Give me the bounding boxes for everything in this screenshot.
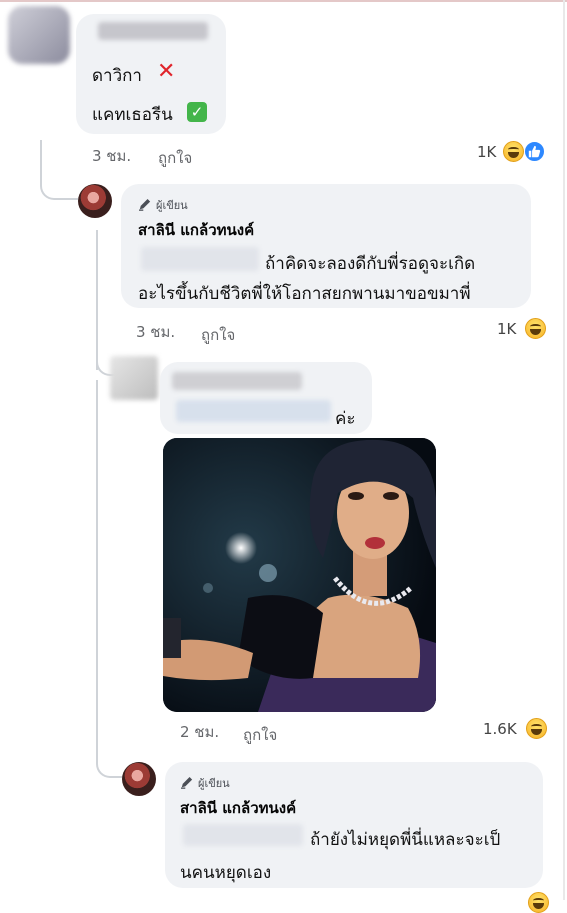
- reply3-text-line2: นคนหยุดเอง: [180, 863, 272, 883]
- top-edge-line: [0, 0, 567, 2]
- haha-emoji-icon: [525, 318, 546, 339]
- comment1-reaction-count[interactable]: 1K: [477, 143, 496, 161]
- haha-emoji-icon: [503, 141, 524, 162]
- haha-emoji-icon: [528, 892, 549, 913]
- pencil-icon: [181, 777, 193, 789]
- reply1-reaction-count[interactable]: 1K: [497, 320, 516, 338]
- reply1-time: 3 ชม.: [136, 323, 176, 341]
- thread-curve-reply3: [96, 380, 124, 778]
- reply1-like-button[interactable]: ถูกใจ: [201, 323, 235, 347]
- author-tag-label: ผู้เขียน: [156, 199, 188, 212]
- reply3-author-name[interactable]: สาลินี แกล้วทนงค์: [180, 796, 296, 820]
- reply3-mention-blurred: [183, 824, 303, 846]
- author-tag: ผู้เขียน: [180, 774, 230, 792]
- comment1-time: 3 ชม.: [92, 147, 132, 165]
- reply1-text-line1: ถ้าคิดจะลองดีกับพี่รอดูจะเกิด: [265, 254, 476, 274]
- commenter-name-blurred: [98, 22, 208, 40]
- reply1-text-line2: อะไรขึ้นกับชีวิตพี่ให้โอกาสยกพานมาขอขมาพ…: [138, 284, 471, 304]
- thread-line-nested: [96, 230, 98, 370]
- cross-mark-icon: ✕: [157, 59, 176, 84]
- reply3-text-line1: ถ้ายังไม่หยุดพี่นี่แหละจะเป็: [310, 830, 501, 850]
- reply2-name-blurred: [172, 372, 302, 390]
- reply1-author-name[interactable]: สาลินี แกล้วทนงค์: [138, 218, 254, 242]
- comment1-line2: แคทเธอรีน: [92, 105, 173, 125]
- movie-still-image: [163, 438, 436, 712]
- right-edge-line: [563, 0, 565, 900]
- pencil-icon: [139, 199, 151, 211]
- reply2-time: 2 ชม.: [180, 723, 220, 741]
- reply2-mention-blurred: [176, 400, 331, 422]
- author-tag: ผู้เขียน: [138, 196, 188, 214]
- check-mark-icon: ✓: [187, 102, 207, 122]
- reply2-photo[interactable]: [163, 438, 436, 712]
- reply2-reaction-count[interactable]: 1.6K: [483, 720, 517, 738]
- author-avatar[interactable]: [78, 184, 112, 218]
- reply2-like-button[interactable]: ถูกใจ: [243, 723, 277, 747]
- like-emoji-icon: [524, 141, 545, 162]
- thread-curve-reply1: [40, 170, 78, 200]
- commenter-avatar-blurred: [8, 6, 70, 64]
- haha-emoji-icon: [526, 718, 547, 739]
- author-avatar[interactable]: [122, 762, 156, 796]
- author-tag-label: ผู้เขียน: [198, 777, 230, 790]
- comment1-line1: ดาวิกา: [92, 66, 142, 86]
- comment1-like-button[interactable]: ถูกใจ: [158, 146, 192, 170]
- mentioned-name-blurred: [141, 247, 259, 271]
- reply2-text-suffix: ค่ะ: [335, 409, 356, 429]
- reply2-avatar-blurred: [110, 356, 158, 400]
